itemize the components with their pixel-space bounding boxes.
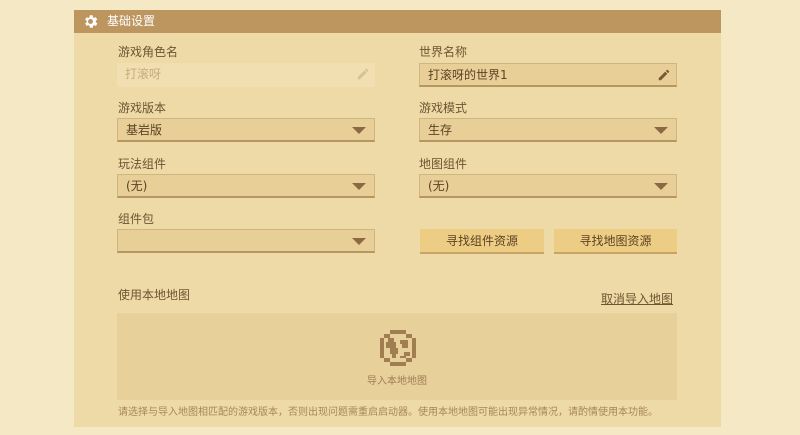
map-component-select[interactable]: (无) (419, 174, 677, 198)
cancel-import-map-link[interactable]: 取消导入地图 (601, 292, 673, 306)
chevron-down-icon (654, 183, 668, 190)
world-name-value: 打滚呀的世界1 (428, 68, 508, 82)
chevron-down-icon (352, 238, 366, 245)
chevron-down-icon (352, 127, 366, 134)
panel-header: 基础设置 (74, 10, 721, 33)
chevron-down-icon (352, 183, 366, 190)
game-version-select[interactable]: 基岩版 (117, 118, 375, 142)
import-local-map-dropzone[interactable]: 导入本地地图 (117, 313, 677, 400)
globe-icon (380, 330, 416, 366)
gear-icon (85, 15, 98, 28)
game-version-value: 基岩版 (126, 123, 163, 137)
panel-title: 基础设置 (107, 14, 156, 28)
game-mode-label: 游戏模式 (419, 101, 468, 115)
component-pack-select[interactable] (117, 229, 375, 253)
character-name-field: 打滚呀 (117, 63, 375, 87)
character-name-label: 游戏角色名 (118, 45, 179, 59)
notice-text: 请选择与导入地图相匹配的游戏版本，否则出现问题需重启启动器。使用本地地图可能出现… (118, 407, 658, 418)
pencil-icon[interactable] (657, 68, 671, 82)
game-mode-select[interactable]: 生存 (419, 118, 677, 142)
world-name-label: 世界名称 (419, 45, 468, 59)
map-component-label: 地图组件 (419, 157, 468, 171)
game-version-label: 游戏版本 (118, 101, 167, 115)
find-component-resources-button[interactable]: 寻找组件资源 (420, 229, 544, 254)
find-map-resources-button[interactable]: 寻找地图资源 (554, 229, 677, 254)
character-name-value: 打滚呀 (125, 67, 162, 81)
game-mode-value: 生存 (428, 123, 453, 137)
import-local-map-text: 导入本地地图 (367, 376, 427, 387)
pencil-icon (357, 68, 369, 80)
gameplay-component-select[interactable]: (无) (117, 174, 375, 198)
component-pack-label: 组件包 (118, 212, 155, 226)
world-name-input[interactable]: 打滚呀的世界1 (419, 63, 677, 87)
map-component-value: (无) (428, 179, 450, 193)
chevron-down-icon (654, 127, 668, 134)
gameplay-component-label: 玩法组件 (118, 157, 167, 171)
local-map-label: 使用本地地图 (118, 288, 191, 302)
gameplay-component-value: (无) (126, 179, 148, 193)
basic-settings-panel: 基础设置 游戏角色名 打滚呀 世界名称 打滚呀的世界1 游戏版本 基岩版 游戏模… (74, 10, 721, 427)
